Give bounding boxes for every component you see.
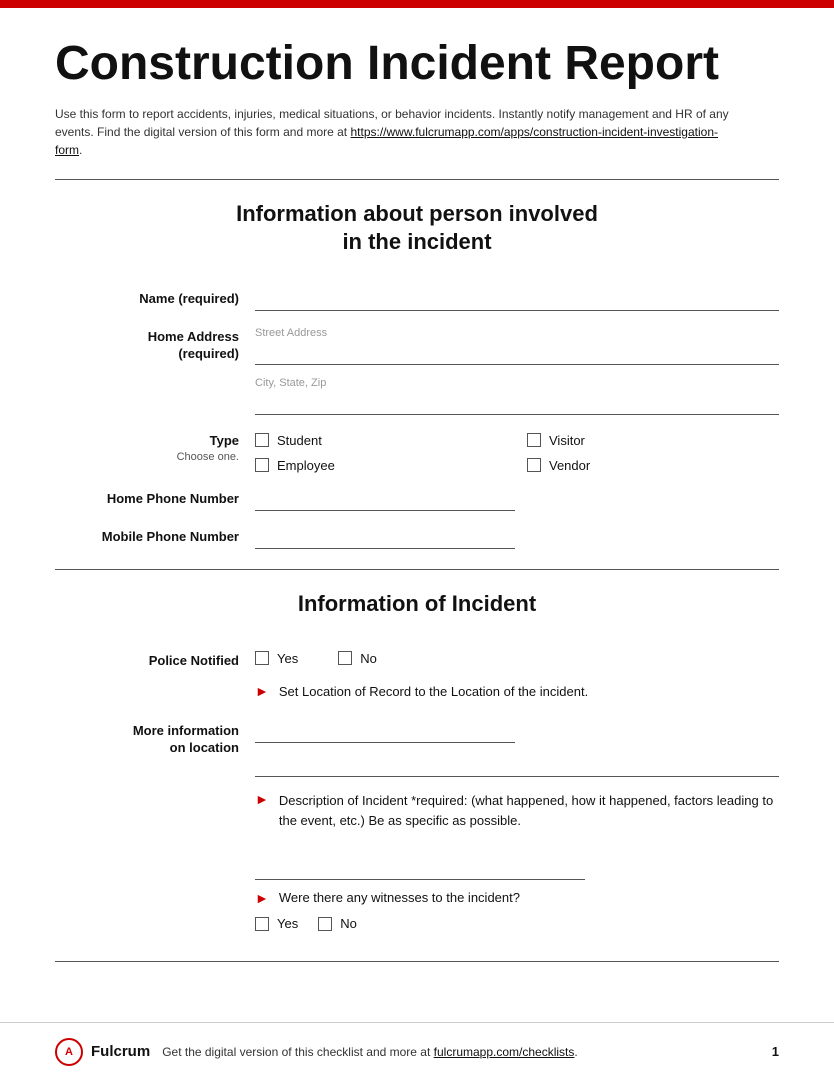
more-info-row: More information on location <box>55 719 779 777</box>
location-instruction-row: ► Set Location of Record to the Location… <box>55 683 779 709</box>
name-field-content <box>255 287 779 311</box>
type-option-visitor[interactable]: Visitor <box>527 433 779 448</box>
section-divider-1 <box>55 179 779 180</box>
witness-no-label: No <box>340 916 357 931</box>
page-title: Construction Incident Report <box>55 38 779 91</box>
home-phone-label: Home Phone Number <box>55 487 255 508</box>
witnesses-text: Were there any witnesses to the incident… <box>279 890 520 905</box>
section2-title: Information of Incident <box>55 590 779 619</box>
witnesses-section: ► Were there any witnesses to the incide… <box>55 890 779 931</box>
student-checkbox[interactable] <box>255 433 269 447</box>
home-phone-input[interactable] <box>255 489 515 511</box>
section-divider-3 <box>55 961 779 962</box>
city-input[interactable] <box>255 393 779 415</box>
more-info-field-content <box>255 719 779 777</box>
street-placeholder: Street Address <box>255 327 779 339</box>
home-phone-field-content <box>255 487 779 511</box>
fulcrum-circle-icon: A <box>55 1038 83 1066</box>
police-notified-field-content: Yes No <box>255 649 779 666</box>
name-row: Name (required) <box>55 287 779 311</box>
type-options-grid: Student Visitor Employee Vendor <box>255 433 779 473</box>
type-label: Type Choose one. <box>55 429 255 464</box>
police-notified-label: Police Notified <box>55 649 255 670</box>
type-option-student[interactable]: Student <box>255 433 507 448</box>
street-input[interactable] <box>255 343 779 365</box>
location-arrow-icon: ► <box>255 683 269 699</box>
vendor-label: Vendor <box>549 458 590 473</box>
more-info-label: More information on location <box>55 719 255 757</box>
footer: A Fulcrum Get the digital version of thi… <box>0 1022 834 1080</box>
police-yes-option[interactable]: Yes <box>255 651 298 666</box>
police-yes-checkbox[interactable] <box>255 651 269 665</box>
mobile-phone-field-content <box>255 525 779 549</box>
more-info-input-2[interactable] <box>255 755 779 777</box>
type-option-employee[interactable]: Employee <box>255 458 507 473</box>
type-row: Type Choose one. Student Visitor Employe… <box>55 429 779 473</box>
witness-no-option[interactable]: No <box>318 916 357 931</box>
mobile-phone-input[interactable] <box>255 527 515 549</box>
description-arrow-icon: ► <box>255 791 269 807</box>
witness-yes-label: Yes <box>277 916 298 931</box>
name-label: Name (required) <box>55 287 255 308</box>
city-state-zip-field: City, State, Zip <box>255 377 779 415</box>
employee-checkbox[interactable] <box>255 458 269 472</box>
location-instruction-text: Set Location of Record to the Location o… <box>279 684 588 699</box>
employee-label: Employee <box>277 458 335 473</box>
fulcrum-logo-text: Fulcrum <box>91 1043 150 1060</box>
description-text: Description of Incident *required: (what… <box>279 791 779 830</box>
description-row: ► Description of Incident *required: (wh… <box>255 791 779 830</box>
police-no-option[interactable]: No <box>338 651 377 666</box>
mobile-phone-label: Mobile Phone Number <box>55 525 255 546</box>
description-section: ► Description of Incident *required: (wh… <box>55 791 779 880</box>
witness-checkboxes: Yes No <box>255 916 779 931</box>
section1-title: Information about person involved in the… <box>55 200 779 257</box>
section-divider-2 <box>55 569 779 570</box>
footer-text: Get the digital version of this checklis… <box>162 1045 760 1059</box>
police-notified-row: Police Notified Yes No <box>55 649 779 670</box>
fulcrum-logo: A Fulcrum <box>55 1038 150 1066</box>
witness-yes-checkbox[interactable] <box>255 917 269 931</box>
witnesses-arrow-icon: ► <box>255 890 269 906</box>
student-label: Student <box>277 433 322 448</box>
home-phone-row: Home Phone Number <box>55 487 779 511</box>
location-info-row: ► Set Location of Record to the Location… <box>255 683 779 699</box>
witnesses-row: ► Were there any witnesses to the incide… <box>255 890 779 906</box>
home-address-label: Home Address (required) <box>55 325 255 363</box>
city-placeholder: City, State, Zip <box>255 377 779 389</box>
type-option-vendor[interactable]: Vendor <box>527 458 779 473</box>
witness-no-checkbox[interactable] <box>318 917 332 931</box>
street-address-field: Street Address <box>255 327 779 365</box>
home-address-field-content: Street Address City, State, Zip <box>255 325 779 415</box>
footer-page-number: 1 <box>772 1044 779 1059</box>
police-no-label: No <box>360 651 377 666</box>
footer-link[interactable]: fulcrumapp.com/checklists <box>434 1045 575 1059</box>
name-input[interactable] <box>255 289 779 311</box>
visitor-label: Visitor <box>549 433 585 448</box>
mobile-phone-row: Mobile Phone Number <box>55 525 779 549</box>
home-address-row: Home Address (required) Street Address C… <box>55 325 779 415</box>
type-field-content: Student Visitor Employee Vendor <box>255 429 779 473</box>
more-info-input-1[interactable] <box>255 721 515 743</box>
page-description: Use this form to report accidents, injur… <box>55 105 735 159</box>
police-no-checkbox[interactable] <box>338 651 352 665</box>
vendor-checkbox[interactable] <box>527 458 541 472</box>
red-top-bar <box>0 0 834 8</box>
description-input[interactable] <box>255 858 585 880</box>
visitor-checkbox[interactable] <box>527 433 541 447</box>
witness-yes-option[interactable]: Yes <box>255 916 298 931</box>
police-yes-label: Yes <box>277 651 298 666</box>
